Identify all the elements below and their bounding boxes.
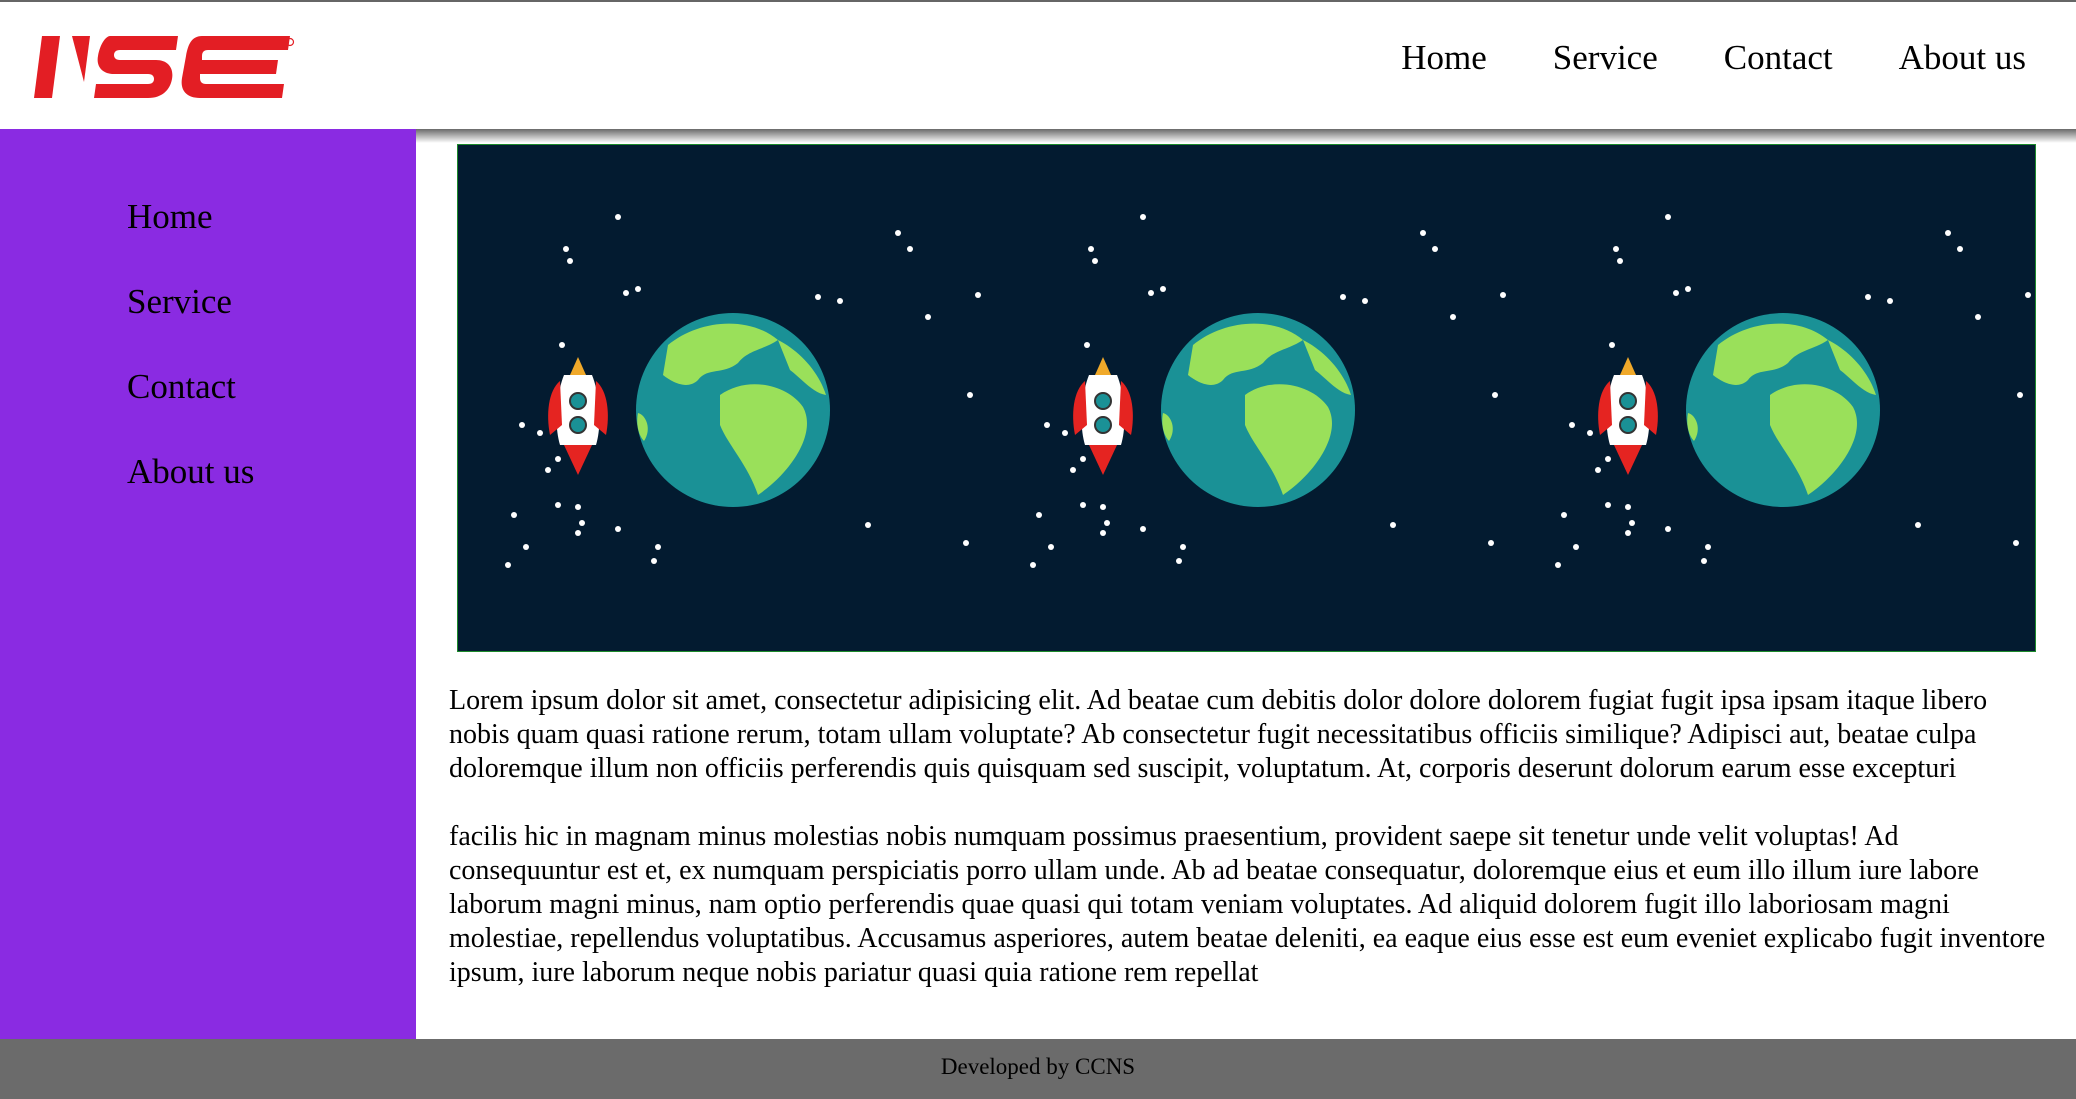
top-nav-home[interactable]: Home bbox=[1401, 38, 1487, 78]
sidebar: Home Service Contact About us bbox=[0, 129, 416, 1039]
sidebar-item-contact[interactable]: Contact bbox=[127, 365, 254, 408]
gallery-image bbox=[1508, 145, 2033, 651]
sidebar-item-home[interactable]: Home bbox=[127, 195, 254, 238]
content-text: Lorem ipsum dolor sit amet, consectetur … bbox=[449, 684, 2049, 1024]
sidebar-item-service[interactable]: Service bbox=[127, 280, 254, 323]
top-nav-contact[interactable]: Contact bbox=[1724, 38, 1833, 78]
top-nav: Home Service Contact About us bbox=[1401, 38, 2026, 78]
header-shadow bbox=[416, 129, 2076, 143]
top-nav-service[interactable]: Service bbox=[1553, 38, 1658, 78]
ijse-logo[interactable] bbox=[32, 32, 296, 102]
paragraph: Lorem ipsum dolor sit amet, consectetur … bbox=[449, 685, 1988, 784]
rocket-earth-illustration bbox=[1508, 145, 2033, 651]
rocket-earth-illustration bbox=[983, 145, 1508, 651]
main-content: Lorem ipsum dolor sit amet, consectetur … bbox=[416, 129, 2076, 1039]
gallery-image bbox=[458, 145, 983, 651]
sidebar-nav: Home Service Contact About us bbox=[127, 195, 254, 493]
sidebar-item-about-us[interactable]: About us bbox=[127, 450, 254, 493]
footer-credit: Developed by CCNS bbox=[940, 1054, 1136, 1079]
site-footer: Developed by CCNS bbox=[0, 1039, 2076, 1099]
image-gallery bbox=[457, 144, 2036, 652]
top-nav-about-us[interactable]: About us bbox=[1899, 38, 2026, 78]
site-header: Home Service Contact About us bbox=[0, 2, 2076, 129]
gallery-image bbox=[983, 145, 1508, 651]
rocket-earth-illustration bbox=[458, 145, 983, 651]
paragraph: facilis hic in magnam minus molestias no… bbox=[449, 821, 2046, 988]
